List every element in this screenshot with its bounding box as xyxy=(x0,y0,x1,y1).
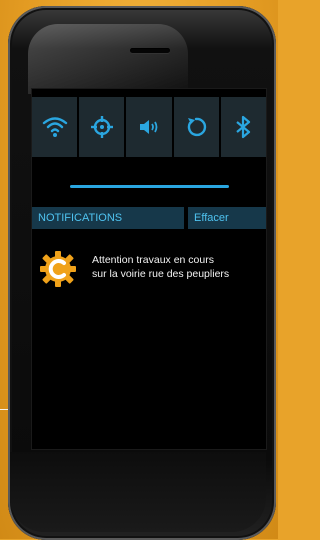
clear-button[interactable]: Effacer xyxy=(188,207,266,229)
notification-line-1: Attention travaux en cours xyxy=(92,254,214,266)
brightness-slider[interactable] xyxy=(70,185,229,188)
rotate-icon xyxy=(187,117,207,137)
notification-text: Attention travaux en cours sur la voirie… xyxy=(92,253,264,281)
speaker-grille xyxy=(130,48,170,53)
location-icon xyxy=(90,116,113,138)
notification-line-2: sur la voirie rue des peupliers xyxy=(92,268,230,280)
volume-icon xyxy=(140,120,158,134)
notifications-title: NOTIFICATIONS xyxy=(32,207,184,229)
warning-gear-icon xyxy=(40,251,76,287)
volume-toggle[interactable] xyxy=(126,97,172,157)
notifications-header: NOTIFICATIONS Effacer xyxy=(32,207,266,229)
location-toggle[interactable] xyxy=(79,97,125,157)
phone-screen: NOTIFICATIONS Effacer Attention travaux … xyxy=(31,88,267,450)
notification-item[interactable]: Attention travaux en cours sur la voirie… xyxy=(38,249,264,289)
phone-shine xyxy=(28,24,188,94)
bluetooth-icon xyxy=(236,115,251,139)
wifi-icon xyxy=(42,117,67,137)
bottom-bezel xyxy=(10,452,266,532)
wifi-toggle[interactable] xyxy=(32,97,78,157)
quick-settings xyxy=(32,97,267,157)
bluetooth-toggle[interactable] xyxy=(220,97,267,157)
rotation-toggle[interactable] xyxy=(173,97,219,157)
